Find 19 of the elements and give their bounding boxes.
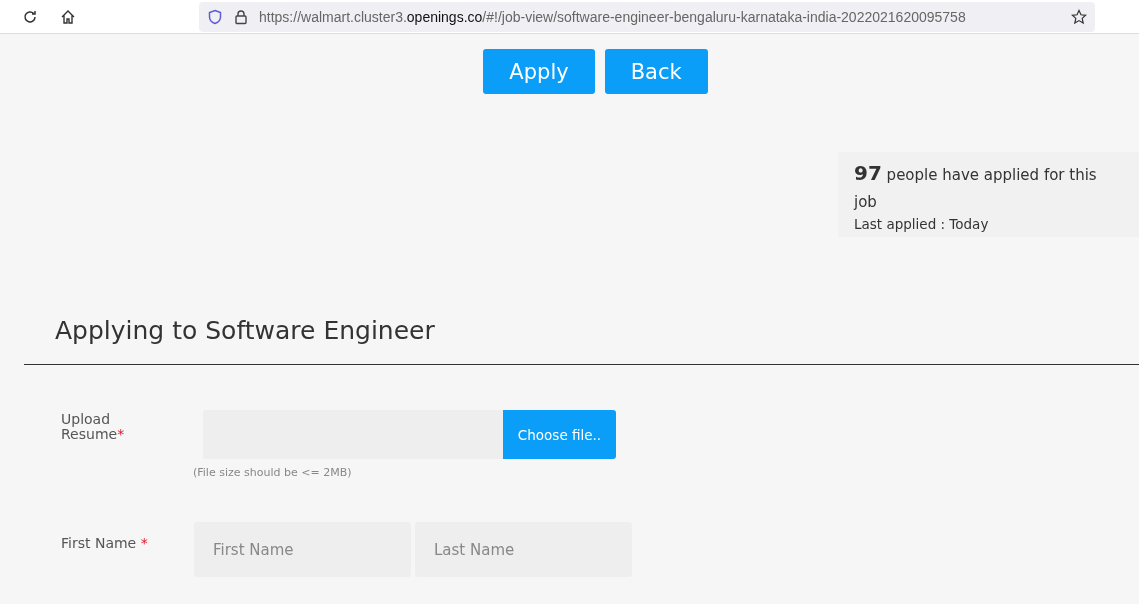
last-applied-text: Last applied : Today — [854, 216, 990, 232]
url-text: https://walmart.cluster3.openings.co/#!/job-view/software-engineer-bengaluru-karnataka-india-2022021620095758 — [259, 8, 966, 25]
star-icon[interactable] — [1071, 8, 1087, 25]
last-name-field[interactable]: Last Name — [415, 522, 632, 577]
field-label: Upload Resume* — [61, 412, 126, 444]
back-button[interactable]: Back — [604, 49, 708, 94]
first-name-field[interactable]: First Name — [194, 522, 411, 577]
reload-icon[interactable] — [22, 8, 38, 25]
choose-file-button[interactable]: Choose file.. — [503, 410, 616, 459]
file-field[interactable] — [203, 410, 503, 459]
shield-icon — [207, 8, 223, 25]
apply-button[interactable]: Apply — [483, 49, 595, 94]
applicants-count-text: 97 people have applied for this job — [854, 160, 1098, 213]
address-bar[interactable]: https://walmart.cluster3.openings.co/#!/job-view/software-engineer-bengaluru-karnataka-india-2022021620095758 — [199, 1, 1095, 32]
home-icon[interactable] — [60, 8, 76, 25]
file-size-hint: (File size should be <= 2MB) — [193, 466, 353, 479]
form-heading: Applying to Software Engineer — [55, 315, 436, 347]
field-label: First Name * — [61, 536, 149, 553]
lock-icon — [233, 8, 249, 25]
